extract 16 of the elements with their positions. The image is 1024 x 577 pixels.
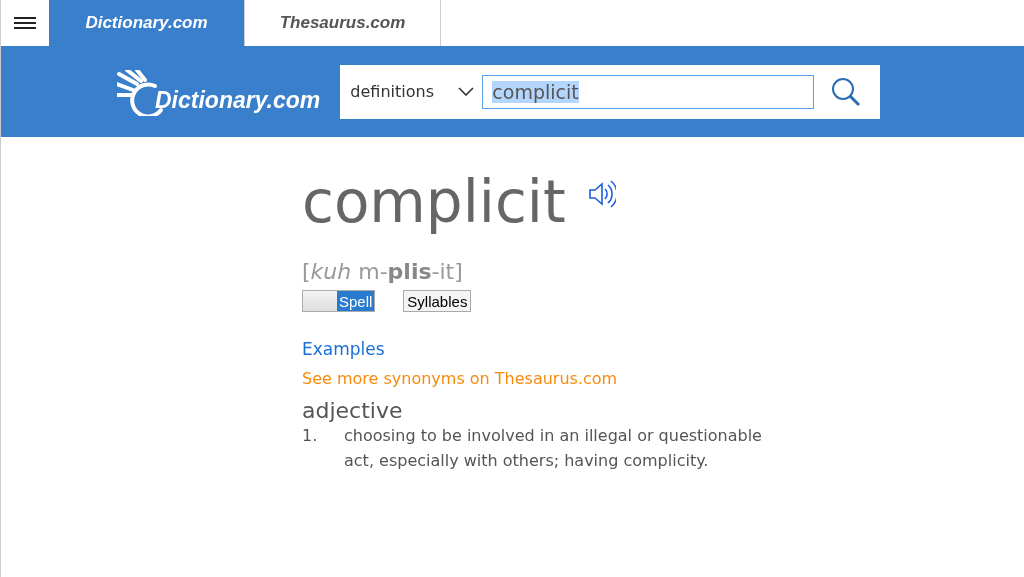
search-type-dropdown[interactable]: definitions	[350, 82, 475, 101]
logo-text[interactable]: Dictionary.com	[155, 86, 321, 114]
definition-number: 1.	[302, 425, 319, 447]
headword: complicit	[302, 167, 566, 238]
spell-toggle[interactable]: Spell	[302, 290, 376, 312]
chevron-down-icon	[458, 87, 475, 96]
definition-text: choosing to be involved in an illegal or questionable act, especially with others; having complicity.	[344, 425, 763, 472]
syllables-button[interactable]: Syllables	[403, 290, 472, 312]
site-tab[interactable]: Dictionary.com	[49, 0, 245, 46]
speaker-icon[interactable]	[587, 179, 616, 209]
menu-icon	[14, 17, 36, 29]
part-of-speech: adjective	[302, 398, 404, 423]
pronunciation: [kuh m-plis-it]	[302, 259, 464, 284]
examples-link[interactable]: Examples	[302, 339, 1024, 359]
search-icon	[831, 76, 862, 107]
search-field[interactable]: complicit	[482, 74, 815, 109]
